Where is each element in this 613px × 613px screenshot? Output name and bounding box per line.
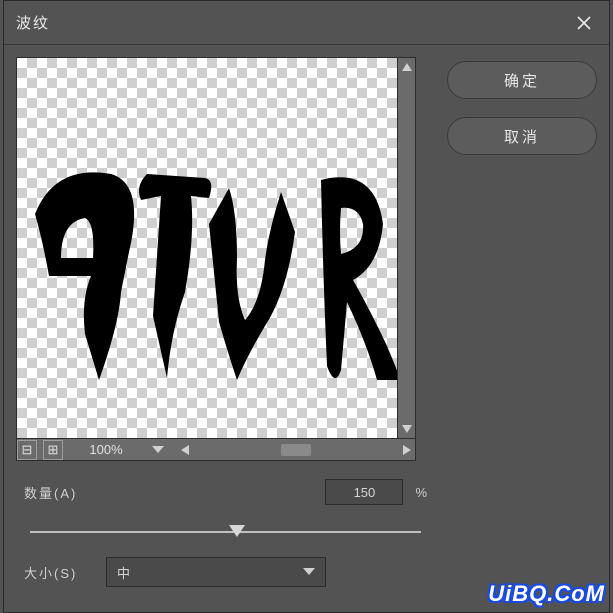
- amount-unit: %: [415, 485, 427, 500]
- slider-thumb[interactable]: [229, 525, 245, 537]
- scroll-left-button[interactable]: [177, 442, 193, 458]
- size-dropdown[interactable]: 中: [106, 557, 326, 587]
- dialog-title: 波纹: [16, 12, 571, 33]
- slider-track: [30, 531, 421, 533]
- close-icon: [576, 15, 592, 31]
- titlebar: 波纹: [4, 1, 609, 45]
- horizontal-scrollbar[interactable]: [177, 441, 415, 459]
- amount-input[interactable]: [325, 479, 403, 505]
- amount-slider[interactable]: [30, 523, 421, 539]
- close-button[interactable]: [571, 10, 597, 36]
- zoom-dropdown-button[interactable]: [149, 441, 167, 459]
- right-panel: 确定 取消: [447, 57, 597, 600]
- preview-canvas[interactable]: [16, 57, 398, 439]
- chevron-down-icon: [152, 446, 164, 454]
- scroll-right-button[interactable]: [399, 442, 415, 458]
- size-label: 大小(S): [24, 563, 94, 582]
- amount-label: 数量(A): [24, 483, 94, 502]
- scroll-up-button[interactable]: [398, 58, 415, 76]
- ok-button[interactable]: 确定: [447, 61, 597, 99]
- chevron-down-icon: [303, 568, 315, 576]
- cancel-button[interactable]: 取消: [447, 117, 597, 155]
- left-panel: ⊟ ⊞ 100% 数量(A): [16, 57, 435, 600]
- vertical-scrollbar[interactable]: [398, 57, 416, 439]
- hscroll-thumb[interactable]: [281, 444, 311, 456]
- zoom-out-button[interactable]: ⊟: [17, 440, 37, 460]
- zoom-percent: 100%: [69, 442, 143, 457]
- zoom-in-button[interactable]: ⊞: [43, 440, 63, 460]
- preview-toolbar: ⊟ ⊞ 100%: [16, 439, 416, 461]
- ripple-dialog: 波纹: [3, 0, 610, 613]
- scroll-down-button[interactable]: [398, 420, 415, 438]
- size-selected: 中: [117, 563, 130, 582]
